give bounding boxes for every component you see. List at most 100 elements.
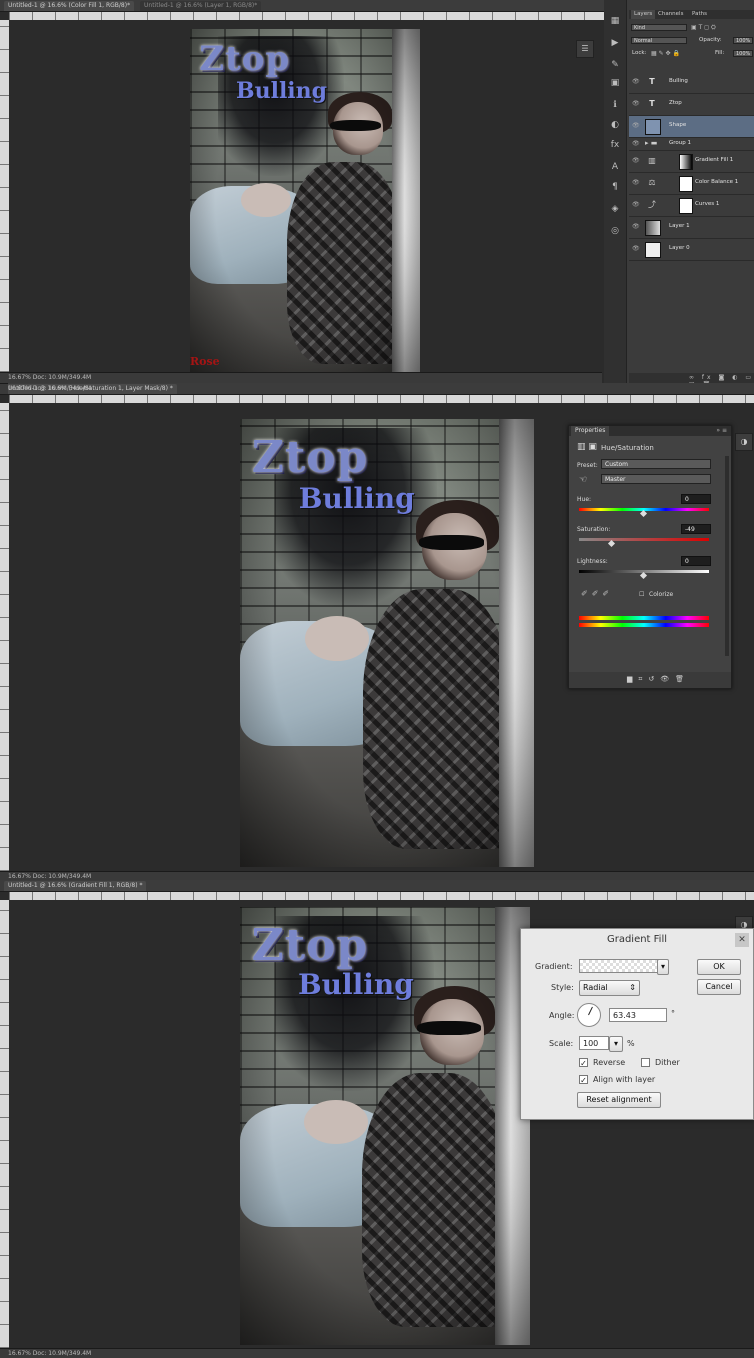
- cancel-button[interactable]: Cancel: [697, 979, 741, 995]
- reset-alignment-button[interactable]: Reset alignment: [577, 1092, 661, 1108]
- layer-row-selected[interactable]: 👁 Shape: [629, 116, 754, 138]
- close-icon[interactable]: ✕: [735, 933, 749, 947]
- layer-row[interactable]: 👁 ▥ Gradient Fill 1: [629, 151, 754, 173]
- layer-name: Gradient Fill 1: [695, 157, 734, 163]
- layer-row[interactable]: 👁 T Ztop: [629, 94, 754, 116]
- eye-icon[interactable]: 👁: [632, 179, 640, 187]
- angle-dial[interactable]: [577, 1003, 601, 1027]
- document-canvas[interactable]: Ztop Bulling: [240, 419, 534, 867]
- hue-input[interactable]: 0: [681, 494, 711, 504]
- align-with-layer-label: Align with layer: [593, 1075, 656, 1084]
- layer-row[interactable]: 👁 ⤴ Curves 1: [629, 195, 754, 217]
- align-with-layer-checkbox[interactable]: ✓: [579, 1075, 588, 1085]
- layer-name: Layer 1: [669, 223, 690, 229]
- hand-icon[interactable]: ☜: [579, 475, 587, 485]
- layers-panel-tabs: Layers Channels Paths: [629, 10, 754, 19]
- layer-name: Shape: [669, 122, 687, 128]
- styles-icon[interactable]: fx: [609, 140, 621, 150]
- properties-title: Hue/Saturation: [601, 444, 654, 452]
- eye-icon[interactable]: 👁: [632, 140, 640, 148]
- tab-layers[interactable]: Layers: [631, 10, 656, 19]
- opacity-input[interactable]: 100%: [733, 37, 753, 44]
- layer-row[interactable]: 👁 ⚖ Color Balance 1: [629, 173, 754, 195]
- eye-icon[interactable]: 👁: [632, 78, 640, 86]
- document-canvas[interactable]: Ztop Bulling: [240, 907, 530, 1345]
- scrollbar[interactable]: [725, 456, 729, 656]
- layer-row[interactable]: 👁 Layer 1: [629, 217, 754, 239]
- angle-input[interactable]: 63.43: [609, 1008, 667, 1022]
- blend-mode-select[interactable]: Normal: [631, 37, 687, 44]
- layer-mask-thumbnail: [679, 176, 693, 192]
- text-icon[interactable]: A: [609, 162, 621, 172]
- layer-action-icons[interactable]: ∞ fx ◙ ◐ ▭ ▤ 🗑: [689, 374, 754, 383]
- tab-properties[interactable]: Properties: [571, 426, 610, 436]
- scale-input[interactable]: 100: [579, 1036, 609, 1050]
- eye-icon[interactable]: 👁: [632, 122, 640, 130]
- gradient-preview[interactable]: [579, 959, 667, 973]
- properties-action-icons[interactable]: ▆⌗↺👁🗑: [627, 675, 690, 684]
- status-bar-top: 16.67% Doc: 10.9M/349.4M: [0, 383, 91, 394]
- panel-dock-button[interactable]: ◑: [735, 433, 753, 451]
- brush-icon[interactable]: ✎: [609, 60, 621, 70]
- document-tab-inactive[interactable]: Untitled-1 @ 16.6% (Layer 1, RGB/8)*: [140, 1, 262, 11]
- panel-menu-icon[interactable]: » ≡: [716, 427, 727, 434]
- vertical-ruler: [0, 20, 9, 372]
- reverse-checkbox[interactable]: ✓: [579, 1058, 588, 1068]
- adjustment-icon: ▥ ▣: [577, 442, 597, 452]
- channels-icon[interactable]: ◎: [609, 226, 621, 236]
- filter-icons[interactable]: ▣ T ◻ ⛭: [691, 24, 716, 32]
- document-tab-active[interactable]: Untitled-1 @ 16.6% (Color Fill 1, RGB/8)…: [4, 1, 135, 11]
- hue-slider-handle[interactable]: [639, 509, 648, 518]
- saturation-slider[interactable]: [579, 538, 709, 541]
- eyedropper-icons[interactable]: ✐✐✐: [581, 589, 613, 598]
- info-icon[interactable]: ℹ: [609, 100, 621, 110]
- dither-label: Dither: [655, 1058, 680, 1067]
- layer-mask-thumbnail: [679, 198, 693, 214]
- gradient-label: Gradient:: [535, 962, 573, 971]
- style-select[interactable]: Radial ⇕: [579, 980, 640, 996]
- eye-icon[interactable]: 👁: [632, 201, 640, 209]
- eye-icon[interactable]: 👁: [632, 245, 640, 253]
- layer-row[interactable]: 👁 Layer 0: [629, 239, 754, 261]
- history-icon[interactable]: ▦: [609, 16, 621, 26]
- scale-dropdown-arrow[interactable]: ▾: [609, 1036, 623, 1052]
- ok-button[interactable]: OK: [697, 959, 741, 975]
- text-layer-icon: T: [649, 77, 655, 86]
- tab-channels[interactable]: Channels: [655, 10, 686, 19]
- saturation-input[interactable]: -49: [681, 524, 711, 534]
- layer-name: Curves 1: [695, 201, 720, 207]
- saturation-slider-handle[interactable]: [607, 539, 616, 548]
- layers-icon[interactable]: ◈: [609, 204, 621, 214]
- kind-filter[interactable]: Kind: [631, 24, 687, 31]
- panel-dock-button[interactable]: ☰: [576, 40, 594, 58]
- document-tab-active[interactable]: Untitled-1 @ 16.6% (Gradient Fill 1, RGB…: [4, 881, 147, 891]
- swatch-icon[interactable]: ▣: [609, 78, 621, 88]
- preset-select[interactable]: Custom: [601, 459, 711, 469]
- gradient-fill-dialog: Gradient Fill ✕ Gradient: ▾ OK Cancel St…: [520, 928, 754, 1120]
- eye-icon[interactable]: 👁: [632, 100, 640, 108]
- document-canvas[interactable]: Ztop Bulling Rose: [190, 29, 420, 378]
- tab-paths[interactable]: Paths: [689, 10, 710, 19]
- reverse-label: Reverse: [593, 1058, 626, 1067]
- folder-icon: ▸ ▬: [645, 139, 658, 147]
- dither-checkbox[interactable]: [641, 1058, 650, 1067]
- lightness-slider-handle[interactable]: [639, 571, 648, 580]
- angle-unit: °: [671, 1009, 675, 1018]
- style-label: Style:: [551, 983, 574, 992]
- layer-row[interactable]: 👁 T Bulling: [629, 72, 754, 94]
- layer-group-row[interactable]: 👁 ▸ ▬ Group 1: [629, 138, 754, 151]
- angle-label: Angle:: [549, 1011, 575, 1020]
- eye-icon[interactable]: 👁: [632, 157, 640, 165]
- layer-name: Ztop: [669, 100, 682, 106]
- eye-icon[interactable]: 👁: [632, 223, 640, 231]
- play-icon[interactable]: ▶: [609, 38, 621, 48]
- lightness-input[interactable]: 0: [681, 556, 711, 566]
- colorize-checkbox[interactable]: ☐: [639, 591, 644, 598]
- fill-input[interactable]: 100%: [733, 50, 753, 57]
- lock-icons[interactable]: ▦ ✎ ✥ 🔒: [651, 50, 680, 57]
- channel-select[interactable]: Master: [601, 474, 711, 484]
- canvas-title-text: Ztop: [199, 39, 291, 80]
- gradient-dropdown-arrow[interactable]: ▾: [657, 959, 669, 975]
- adjust-icon[interactable]: ◐: [609, 120, 621, 130]
- paragraph-icon[interactable]: ¶: [609, 182, 621, 192]
